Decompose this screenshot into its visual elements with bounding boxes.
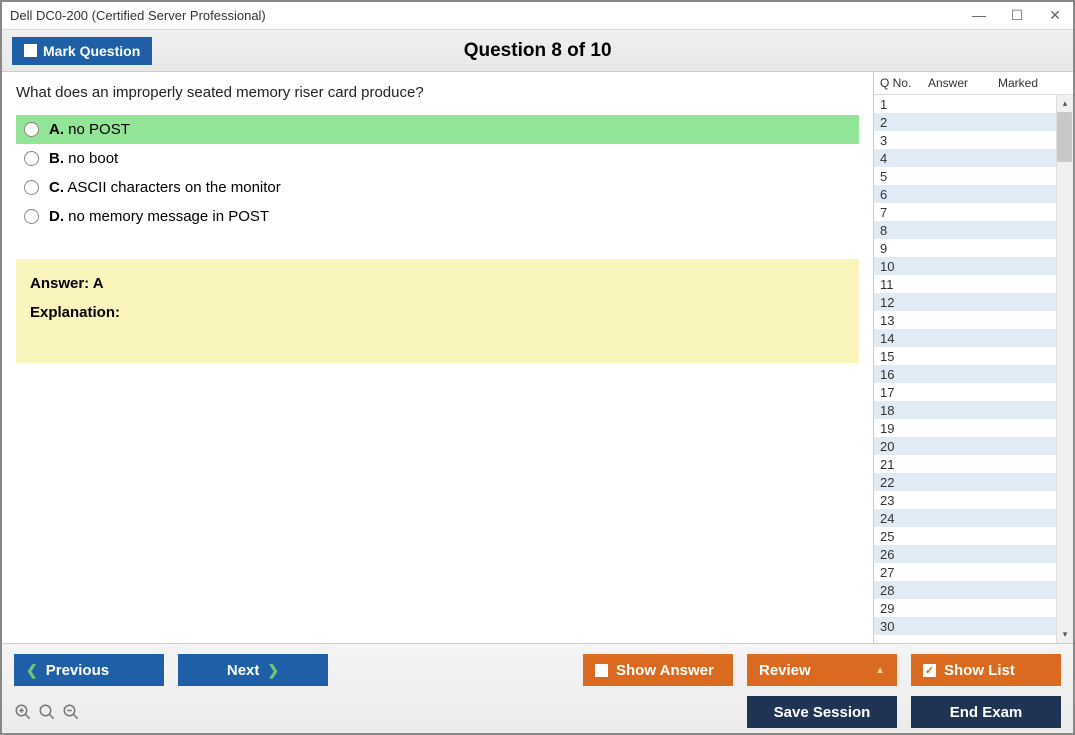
option-label: B. no boot	[49, 150, 118, 167]
answer-box: Answer: A Explanation:	[16, 259, 859, 363]
table-row[interactable]: 29	[874, 599, 1073, 617]
window-controls: — ☐ ✕	[969, 7, 1065, 24]
option-b[interactable]: B. no boot	[16, 144, 859, 173]
next-label: Next	[227, 662, 260, 679]
explanation-label: Explanation:	[30, 304, 845, 321]
option-label: C. ASCII characters on the monitor	[49, 179, 281, 196]
window-title: Dell DC0-200 (Certified Server Professio…	[10, 8, 969, 23]
radio-icon	[24, 209, 39, 224]
table-row[interactable]: 23	[874, 491, 1073, 509]
maximize-button[interactable]: ☐	[1007, 7, 1027, 24]
option-a[interactable]: A. no POST	[16, 115, 859, 144]
table-row[interactable]: 12	[874, 293, 1073, 311]
table-row[interactable]: 8	[874, 221, 1073, 239]
app-window: Dell DC0-200 (Certified Server Professio…	[0, 0, 1075, 735]
answer-label: Answer: A	[30, 275, 845, 292]
end-exam-label: End Exam	[950, 704, 1023, 721]
save-session-button[interactable]: Save Session	[747, 696, 897, 728]
zoom-controls	[14, 703, 80, 721]
main-area: What does an improperly seated memory ri…	[2, 72, 1073, 643]
zoom-in-icon[interactable]	[14, 703, 32, 721]
zoom-out-icon[interactable]	[62, 703, 80, 721]
radio-icon	[24, 180, 39, 195]
table-row[interactable]: 19	[874, 419, 1073, 437]
table-row[interactable]: 7	[874, 203, 1073, 221]
table-row[interactable]: 30	[874, 617, 1073, 635]
show-list-label: Show List	[944, 662, 1015, 679]
table-row[interactable]: 21	[874, 455, 1073, 473]
show-list-button[interactable]: ✓ Show List	[911, 654, 1061, 686]
titlebar: Dell DC0-200 (Certified Server Professio…	[2, 2, 1073, 30]
table-row[interactable]: 17	[874, 383, 1073, 401]
checkbox-empty-icon	[595, 664, 608, 677]
question-text: What does an improperly seated memory ri…	[16, 84, 859, 101]
header-qno: Q No.	[880, 76, 928, 90]
table-row[interactable]: 4	[874, 149, 1073, 167]
table-row[interactable]: 10	[874, 257, 1073, 275]
table-row[interactable]: 2	[874, 113, 1073, 131]
table-row[interactable]: 22	[874, 473, 1073, 491]
table-row[interactable]: 27	[874, 563, 1073, 581]
close-button[interactable]: ✕	[1045, 7, 1065, 24]
header-bar: Mark Question Question 8 of 10	[2, 30, 1073, 72]
table-row[interactable]: 14	[874, 329, 1073, 347]
checkbox-checked-icon: ✓	[923, 664, 936, 677]
radio-icon	[24, 122, 39, 137]
show-answer-button[interactable]: Show Answer	[583, 654, 733, 686]
table-row[interactable]: 1	[874, 95, 1073, 113]
next-button[interactable]: Next ❯	[178, 654, 328, 686]
table-row[interactable]: 16	[874, 365, 1073, 383]
table-row[interactable]: 18	[874, 401, 1073, 419]
question-list-panel: Q No. Answer Marked 12345678910111213141…	[873, 72, 1073, 643]
table-row[interactable]: 11	[874, 275, 1073, 293]
zoom-reset-icon[interactable]	[38, 703, 56, 721]
chevron-left-icon: ❮	[26, 662, 38, 679]
table-row[interactable]: 15	[874, 347, 1073, 365]
options-list: A. no POST B. no boot C. ASCII characters …	[16, 115, 859, 231]
table-row[interactable]: 5	[874, 167, 1073, 185]
save-session-label: Save Session	[774, 704, 871, 721]
previous-button[interactable]: ❮ Previous	[14, 654, 164, 686]
table-row[interactable]: 24	[874, 509, 1073, 527]
scroll-down-icon[interactable]: ▾	[1057, 626, 1073, 643]
header-answer: Answer	[928, 76, 998, 90]
table-row[interactable]: 6	[874, 185, 1073, 203]
question-counter: Question 8 of 10	[152, 40, 923, 62]
mark-question-button[interactable]: Mark Question	[12, 37, 152, 65]
minimize-button[interactable]: —	[969, 7, 989, 24]
table-row[interactable]: 26	[874, 545, 1073, 563]
button-row-2: Save Session End Exam	[14, 696, 1061, 728]
table-row[interactable]: 13	[874, 311, 1073, 329]
previous-label: Previous	[46, 662, 109, 679]
question-content: What does an improperly seated memory ri…	[2, 72, 873, 643]
review-button[interactable]: Review ▲	[747, 654, 897, 686]
radio-icon	[24, 151, 39, 166]
option-d[interactable]: D. no memory message in POST	[16, 202, 859, 231]
button-row-1: ❮ Previous Next ❯ Show Answer Review ▲ ✓…	[14, 654, 1061, 686]
table-row[interactable]: 3	[874, 131, 1073, 149]
chevron-right-icon: ❯	[267, 662, 279, 679]
option-label: D. no memory message in POST	[49, 208, 269, 225]
table-row[interactable]: 20	[874, 437, 1073, 455]
option-label: A. no POST	[49, 121, 130, 138]
scrollbar[interactable]: ▴ ▾	[1056, 95, 1073, 643]
table-row[interactable]: 9	[874, 239, 1073, 257]
scroll-up-icon[interactable]: ▴	[1057, 95, 1073, 112]
qtable-header: Q No. Answer Marked	[874, 72, 1073, 95]
scroll-thumb[interactable]	[1057, 112, 1072, 162]
qtable-body[interactable]: 1234567891011121314151617181920212223242…	[874, 95, 1073, 643]
review-label: Review	[759, 662, 811, 679]
table-row[interactable]: 25	[874, 527, 1073, 545]
end-exam-button[interactable]: End Exam	[911, 696, 1061, 728]
mark-question-label: Mark Question	[43, 43, 140, 59]
option-c[interactable]: C. ASCII characters on the monitor	[16, 173, 859, 202]
show-answer-label: Show Answer	[616, 662, 714, 679]
chevron-up-icon: ▲	[875, 665, 885, 676]
table-row[interactable]: 28	[874, 581, 1073, 599]
checkbox-empty-icon	[24, 44, 37, 57]
header-marked: Marked	[998, 76, 1067, 90]
bottom-bar: ❮ Previous Next ❯ Show Answer Review ▲ ✓…	[2, 643, 1073, 733]
